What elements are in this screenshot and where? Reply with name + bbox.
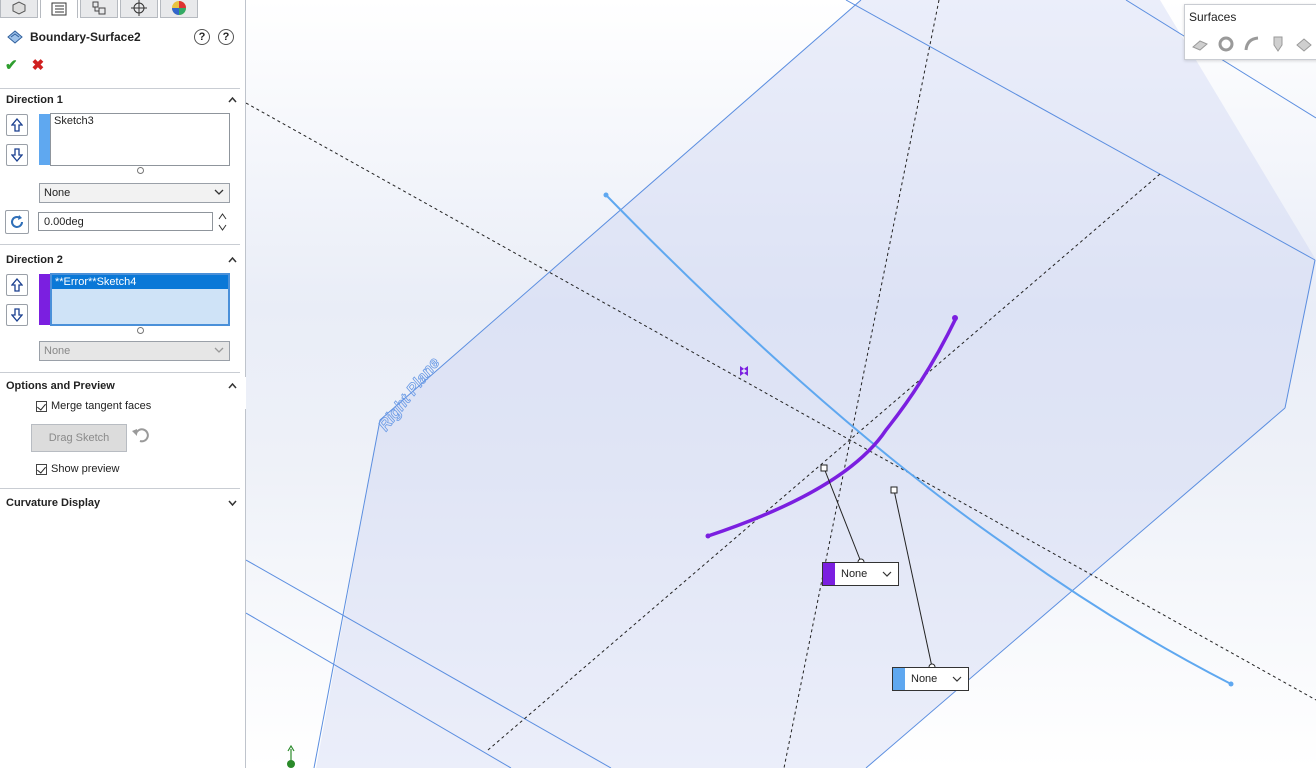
cancel-button[interactable]: ✖	[32, 56, 45, 74]
callout-anchor[interactable]	[820, 464, 828, 472]
callout-value: None	[841, 568, 868, 580]
direction2-curve-list[interactable]: **Error**Sketch4	[50, 273, 230, 326]
direction2-tangency-value: None	[44, 345, 71, 357]
extruded-surface-icon[interactable]	[1191, 35, 1209, 53]
direction2-tangency-select: None	[39, 341, 230, 361]
arrow-up-icon	[11, 118, 23, 132]
property-list-icon	[51, 2, 67, 15]
direction1-header[interactable]: Direction 1	[6, 94, 63, 106]
move-up-button[interactable]	[6, 114, 28, 136]
graphics-area[interactable]: Right Plane None None	[246, 0, 1316, 768]
tab-property-manager[interactable]	[40, 0, 78, 18]
direction1-curve-list[interactable]: Sketch3	[50, 113, 230, 166]
ok-button[interactable]: ✔	[5, 56, 18, 74]
show-preview-checkbox[interactable]	[36, 463, 47, 475]
curve-endpoint[interactable]	[705, 533, 711, 539]
callout-anchor[interactable]	[890, 486, 898, 494]
feature-title: Boundary-Surface2	[30, 30, 141, 44]
right-plane-face[interactable]	[316, 0, 1316, 768]
direction1-color-swatch	[39, 114, 50, 165]
property-manager: Boundary-Surface2 ? ? ✔ ✖ Direction 1 Sk…	[0, 0, 246, 768]
rotate-icon	[11, 215, 23, 228]
revolved-surface-icon[interactable]	[1217, 35, 1235, 53]
arrow-down-icon	[11, 308, 23, 322]
direction2-tangency-callout[interactable]: None	[822, 562, 899, 586]
curve-endpoint[interactable]	[603, 192, 609, 198]
divider	[0, 88, 240, 89]
appearance-icon	[172, 1, 186, 15]
manager-tabs	[0, 0, 245, 19]
show-preview-checkbox-row[interactable]: Show preview	[36, 463, 119, 475]
callout-color-swatch	[823, 563, 835, 585]
direction1-tangency-value: None	[44, 187, 71, 199]
configuration-icon	[92, 1, 106, 15]
list-item-selected[interactable]: **Error**Sketch4	[52, 275, 228, 289]
feature-title-row: Boundary-Surface2	[6, 29, 141, 45]
swept-surface-icon[interactable]	[1243, 35, 1261, 53]
move-up-button[interactable]	[6, 274, 28, 296]
surfaces-toolbar: Surfaces	[1184, 4, 1316, 60]
lofted-surface-icon[interactable]	[1269, 35, 1287, 53]
direction2-color-swatch	[39, 274, 50, 325]
spin-arrows-icon[interactable]	[218, 212, 227, 232]
callout-color-swatch	[893, 668, 905, 690]
direction1-tangency-select[interactable]: None	[39, 183, 230, 203]
undo-sketch-drag-icon	[132, 428, 149, 443]
divider	[0, 372, 240, 373]
move-down-button[interactable]	[6, 144, 28, 166]
collapse-chevron-up-icon[interactable]	[228, 95, 237, 104]
merge-tangent-checkbox[interactable]	[36, 400, 47, 412]
list-resize-handle[interactable]	[137, 167, 144, 174]
chevron-down-icon	[952, 676, 962, 682]
curve-endpoint[interactable]	[1228, 681, 1234, 687]
merge-tangent-label: Merge tangent faces	[51, 400, 152, 412]
show-preview-label: Show preview	[51, 463, 120, 475]
collapse-chevron-up-icon[interactable]	[228, 255, 237, 264]
callout-value: None	[911, 673, 938, 685]
direction2-header[interactable]: Direction 2	[6, 254, 63, 266]
whats-wrong-help-icon[interactable]: ?	[194, 29, 210, 45]
boundary-surface-icon[interactable]	[1295, 35, 1313, 53]
chevron-down-icon	[214, 347, 224, 353]
merge-tangent-checkbox-row[interactable]: Merge tangent faces	[36, 400, 151, 412]
tab-configuration-manager[interactable]	[80, 0, 118, 18]
collapse-chevron-up-icon[interactable]	[228, 381, 237, 390]
draft-angle-field[interactable]: 0.00deg	[38, 212, 213, 231]
feature-tree-icon	[12, 1, 26, 15]
move-down-button[interactable]	[6, 304, 28, 326]
curve-endpoint[interactable]	[952, 315, 958, 321]
divider	[0, 488, 240, 489]
toolbar-title: Surfaces	[1189, 10, 1237, 24]
crosshair-icon	[131, 0, 147, 16]
drag-sketch-button: Drag Sketch	[31, 424, 127, 452]
arrow-down-icon	[11, 148, 23, 162]
chevron-down-icon	[214, 189, 224, 195]
curvature-header[interactable]: Curvature Display	[6, 497, 100, 509]
divider	[0, 244, 240, 245]
tab-dimxpert-manager[interactable]	[120, 0, 158, 18]
origin-triad-icon	[287, 744, 295, 768]
help-icon[interactable]: ?	[218, 29, 234, 45]
chevron-down-icon	[882, 571, 892, 577]
direction1-tangency-callout[interactable]: None	[892, 667, 969, 691]
toolbar-icons	[1191, 35, 1313, 53]
reverse-direction-button[interactable]	[5, 210, 29, 234]
boundary-surface-icon	[7, 30, 23, 44]
tab-feature-manager[interactable]	[0, 0, 38, 18]
list-item[interactable]: Sketch3	[51, 114, 229, 128]
options-header[interactable]: Options and Preview	[6, 380, 115, 392]
ok-cancel-row: ✔ ✖	[5, 56, 44, 74]
tab-display-manager[interactable]	[160, 0, 198, 18]
arrow-up-icon	[11, 278, 23, 292]
expand-chevron-down-icon[interactable]	[228, 498, 237, 507]
list-resize-handle[interactable]	[137, 327, 144, 334]
model-view[interactable]: Right Plane	[246, 0, 1316, 768]
